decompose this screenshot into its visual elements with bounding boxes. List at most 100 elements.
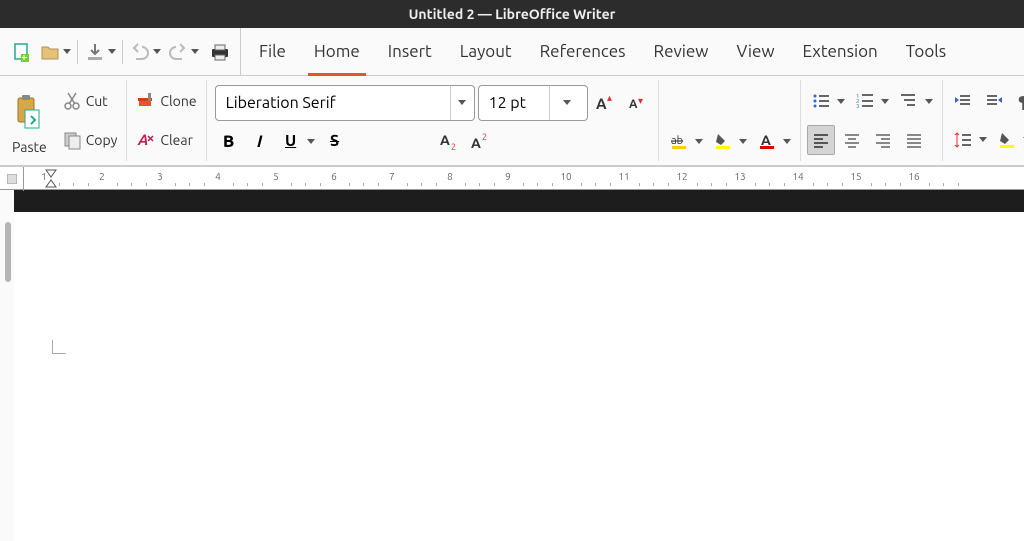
subscript-button[interactable]: A2 bbox=[435, 126, 463, 156]
italic-button[interactable]: I bbox=[246, 126, 274, 156]
menu-layout[interactable]: Layout bbox=[446, 28, 526, 76]
font-size-dropdown[interactable] bbox=[549, 86, 585, 120]
font-color-dropdown[interactable] bbox=[782, 139, 792, 144]
menu-extension[interactable]: Extension bbox=[789, 28, 892, 76]
highlight-dropdown[interactable] bbox=[738, 139, 748, 144]
save-dropdown[interactable] bbox=[107, 49, 117, 54]
svg-text:A: A bbox=[440, 132, 450, 148]
shrink-font-button[interactable]: A▾ bbox=[622, 88, 650, 118]
cut-button[interactable]: Cut bbox=[59, 86, 111, 116]
separator bbox=[122, 40, 123, 64]
svg-text:3: 3 bbox=[856, 103, 859, 110]
paragraph-bg-button[interactable] bbox=[993, 125, 1021, 155]
line-spacing-dropdown[interactable] bbox=[978, 137, 988, 142]
paste-button[interactable] bbox=[10, 89, 44, 135]
align-justify-button[interactable] bbox=[900, 125, 928, 155]
strikethrough-button[interactable]: S bbox=[321, 126, 349, 156]
menu-references[interactable]: References bbox=[526, 28, 640, 76]
indent-group: ¶ ¶ ¶ bbox=[943, 80, 1024, 161]
ruler-tick-label: 16 bbox=[908, 171, 919, 182]
align-center-button[interactable] bbox=[838, 125, 866, 155]
font-name-input[interactable] bbox=[216, 94, 450, 112]
align-right-button[interactable] bbox=[869, 125, 897, 155]
top-toolbar: File Home Insert Layout References Revie… bbox=[0, 28, 1024, 76]
titlebar: Untitled 2 — LibreOffice Writer bbox=[0, 0, 1024, 28]
svg-text:¶: ¶ bbox=[1018, 93, 1024, 110]
grow-font-button[interactable]: A▴ bbox=[591, 88, 619, 118]
open-file-dropdown[interactable] bbox=[62, 49, 72, 54]
ruler-tick-label: 8 bbox=[447, 171, 453, 182]
ruler-tick-label: 13 bbox=[734, 171, 745, 182]
ruler-tick-label: 3 bbox=[157, 171, 163, 182]
number-list-button[interactable]: 123 bbox=[851, 86, 879, 116]
menu-view[interactable]: View bbox=[723, 28, 789, 76]
bold-button[interactable]: B bbox=[215, 126, 243, 156]
undo-dropdown[interactable] bbox=[152, 49, 162, 54]
formatting-marks-button[interactable]: ¶ bbox=[1011, 86, 1024, 116]
ruler-tick-label: 2 bbox=[99, 171, 105, 182]
menu-insert[interactable]: Insert bbox=[374, 28, 446, 76]
menu-tools[interactable]: Tools bbox=[892, 28, 960, 76]
font-color-group: ab A bbox=[659, 80, 801, 161]
ruler-tick-label: 12 bbox=[676, 171, 687, 182]
page-border-top bbox=[0, 190, 1024, 212]
save-button[interactable] bbox=[83, 40, 107, 64]
ruler-tick-label: 1 bbox=[41, 171, 47, 182]
ruler-tick-label: 4 bbox=[215, 171, 221, 182]
undo-button[interactable] bbox=[128, 40, 152, 64]
highlight-button[interactable] bbox=[709, 126, 737, 156]
print-button[interactable] bbox=[208, 40, 232, 64]
clipboard-group: Cut Copy bbox=[53, 80, 128, 161]
underline-dropdown[interactable] bbox=[306, 139, 316, 144]
menu-file[interactable]: File bbox=[245, 28, 300, 76]
menu-bar: File Home Insert Layout References Revie… bbox=[240, 28, 960, 76]
new-document-button[interactable] bbox=[10, 40, 34, 64]
ruler-tick-label: 15 bbox=[850, 171, 861, 182]
char-highlight-dropdown[interactable] bbox=[694, 139, 704, 144]
number-list-dropdown[interactable] bbox=[880, 99, 890, 104]
ruler-corner bbox=[0, 167, 24, 191]
outline-list-dropdown[interactable] bbox=[924, 99, 934, 104]
outline-list-button[interactable] bbox=[895, 86, 923, 116]
superscript-button[interactable]: A2 bbox=[466, 126, 494, 156]
bullet-list-dropdown[interactable] bbox=[836, 99, 846, 104]
bullet-list-button[interactable] bbox=[807, 86, 835, 116]
ruler-scale[interactable]: 12345678910111213141516 bbox=[24, 167, 1024, 189]
decrease-indent-button[interactable] bbox=[980, 86, 1008, 116]
svg-text:A: A bbox=[137, 131, 149, 148]
font-size-input[interactable] bbox=[479, 94, 549, 112]
line-spacing-button[interactable] bbox=[949, 125, 977, 155]
clear-label: Clear bbox=[160, 132, 192, 148]
underline-button[interactable]: U bbox=[277, 126, 305, 156]
svg-text:2: 2 bbox=[451, 142, 456, 151]
svg-text:A: A bbox=[596, 95, 607, 112]
page-margin-corner bbox=[52, 340, 66, 354]
copy-label: Copy bbox=[86, 132, 118, 148]
clone-format-button[interactable]: Clone bbox=[133, 86, 199, 116]
copy-button[interactable]: Copy bbox=[59, 125, 121, 155]
vertical-scrollbar-thumb[interactable] bbox=[5, 222, 11, 282]
ruler-tick-label: 5 bbox=[273, 171, 279, 182]
align-left-button[interactable] bbox=[807, 125, 835, 155]
redo-dropdown[interactable] bbox=[190, 49, 200, 54]
font-name-combo[interactable] bbox=[215, 85, 475, 121]
ribbon-home: Paste Cut Copy Clone A Cl bbox=[0, 76, 1024, 166]
horizontal-ruler[interactable]: 12345678910111213141516 bbox=[0, 166, 1024, 190]
svg-text:ab: ab bbox=[671, 135, 683, 147]
document-page[interactable] bbox=[0, 212, 1024, 541]
redo-button[interactable] bbox=[166, 40, 190, 64]
font-size-combo[interactable] bbox=[478, 85, 588, 121]
open-file-button[interactable] bbox=[38, 40, 62, 64]
paste-label: Paste bbox=[12, 139, 47, 155]
font-color-button[interactable]: A bbox=[753, 126, 781, 156]
ruler-tick-label: 11 bbox=[618, 171, 629, 182]
menu-review[interactable]: Review bbox=[640, 28, 723, 76]
clear-format-button[interactable]: A Clear bbox=[133, 125, 195, 155]
font-name-dropdown[interactable] bbox=[450, 86, 474, 120]
svg-text:▴: ▴ bbox=[607, 93, 612, 103]
font-group: A▴ A▾ B I U S A2 A2 bbox=[207, 80, 659, 161]
menu-home[interactable]: Home bbox=[300, 28, 374, 76]
ruler-tick-label: 9 bbox=[505, 171, 511, 182]
char-highlight-button[interactable]: ab bbox=[665, 126, 693, 156]
increase-indent-button[interactable] bbox=[949, 86, 977, 116]
